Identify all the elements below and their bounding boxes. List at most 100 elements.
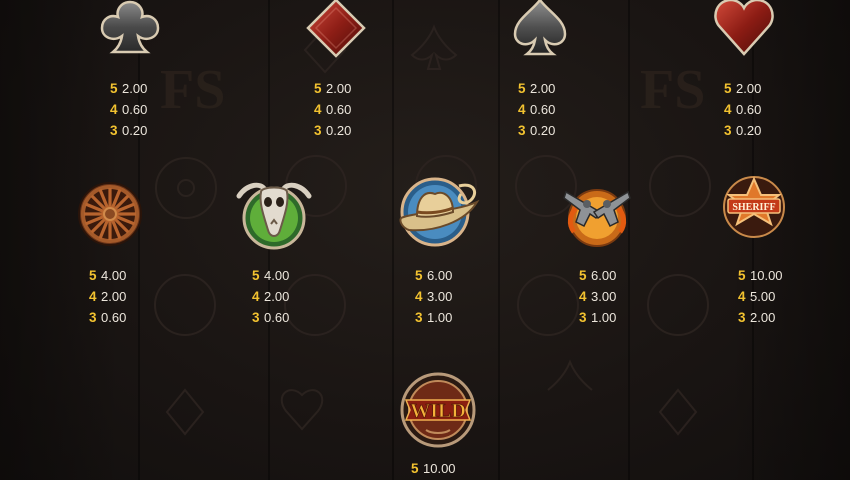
pay-value: 2.00 xyxy=(122,81,148,96)
pay-row: 5 2.00 xyxy=(110,78,190,99)
pay-count: 4 xyxy=(314,102,322,117)
paytable-club: 5 2.00 4 0.60 3 0.20 xyxy=(110,78,190,141)
pay-value: 1.00 xyxy=(427,310,453,325)
pay-value: 4.00 xyxy=(101,268,127,283)
pay-count: 4 xyxy=(415,289,423,304)
heart-symbol-icon xyxy=(709,0,779,60)
pay-count: 5 xyxy=(518,81,526,96)
pay-row: 5 10.00 xyxy=(738,265,818,286)
pay-row: 5 2.00 xyxy=(518,78,598,99)
wild-label: WILD xyxy=(410,400,466,422)
pay-count: 3 xyxy=(518,123,526,138)
wild-symbol-icon: WILD xyxy=(398,370,478,450)
pay-value: 3.00 xyxy=(427,289,453,304)
pay-row: 3 2.00 xyxy=(738,307,818,328)
pay-row: 3 1.00 xyxy=(579,307,659,328)
pay-count: 5 xyxy=(110,81,118,96)
pay-row: 5 2.00 xyxy=(724,78,804,99)
pay-row: 5 2.00 xyxy=(314,78,394,99)
pay-value: 1.00 xyxy=(591,310,617,325)
pay-row: 3 0.20 xyxy=(110,120,190,141)
pay-value: 3.00 xyxy=(591,289,617,304)
paytable-guns: 5 6.00 4 3.00 3 1.00 xyxy=(579,265,659,328)
pay-value: 0.20 xyxy=(530,123,556,138)
pay-count: 4 xyxy=(738,289,746,304)
pay-count: 5 xyxy=(89,268,97,283)
pay-value: 0.20 xyxy=(122,123,148,138)
pay-value: 0.60 xyxy=(736,102,762,117)
pay-row: 5 6.00 xyxy=(415,265,495,286)
pay-value: 0.60 xyxy=(530,102,556,117)
pay-value: 10.00 xyxy=(423,461,456,476)
pay-row: 4 3.00 xyxy=(415,286,495,307)
pay-count: 4 xyxy=(579,289,587,304)
pay-value: 0.60 xyxy=(326,102,352,117)
pay-count: 3 xyxy=(738,310,746,325)
pay-count: 3 xyxy=(314,123,322,138)
cowboy-hat-symbol-icon xyxy=(395,172,481,250)
paytable-hat: 5 6.00 4 3.00 3 1.00 xyxy=(415,265,495,328)
pay-value: 0.20 xyxy=(736,123,762,138)
pay-value: 4.00 xyxy=(264,268,290,283)
pay-value: 2.00 xyxy=(264,289,290,304)
pay-count: 3 xyxy=(252,310,260,325)
pay-count: 5 xyxy=(579,268,587,283)
pay-row: 5 10.00 xyxy=(411,458,491,479)
pay-row: 3 0.20 xyxy=(724,120,804,141)
paytable-wheel: 5 4.00 4 2.00 3 0.60 xyxy=(89,265,169,328)
pay-count: 4 xyxy=(518,102,526,117)
pay-row: 5 6.00 xyxy=(579,265,659,286)
pay-value: 5.00 xyxy=(750,289,776,304)
bull-skull-symbol-icon xyxy=(233,174,315,254)
paytable-spade: 5 2.00 4 0.60 3 0.20 xyxy=(518,78,598,141)
spade-symbol-icon xyxy=(507,0,573,62)
pay-value: 0.60 xyxy=(264,310,290,325)
diamond-symbol-icon xyxy=(300,0,372,66)
pay-count: 5 xyxy=(724,81,732,96)
pay-row: 3 0.60 xyxy=(252,307,332,328)
pay-row: 4 0.60 xyxy=(110,99,190,120)
pay-count: 3 xyxy=(89,310,97,325)
sheriff-badge-symbol-icon: SHERIFF xyxy=(722,173,786,241)
pay-row: 4 5.00 xyxy=(738,286,818,307)
pay-value: 2.00 xyxy=(101,289,127,304)
pay-count: 5 xyxy=(738,268,746,283)
pay-row: 4 2.00 xyxy=(89,286,169,307)
pay-count: 3 xyxy=(415,310,423,325)
pay-count: 5 xyxy=(411,461,419,476)
pay-count: 4 xyxy=(110,102,118,117)
paytable-sheriff: 5 10.00 4 5.00 3 2.00 xyxy=(738,265,818,328)
pay-row: 3 0.20 xyxy=(314,120,394,141)
paytable-heart: 5 2.00 4 0.60 3 0.20 xyxy=(724,78,804,141)
pay-row: 3 1.00 xyxy=(415,307,495,328)
paytable-diamond: 5 2.00 4 0.60 3 0.20 xyxy=(314,78,394,141)
pay-value: 10.00 xyxy=(750,268,783,283)
pay-row: 5 4.00 xyxy=(252,265,332,286)
pay-value: 6.00 xyxy=(591,268,617,283)
pay-row: 5 4.00 xyxy=(89,265,169,286)
pay-value: 2.00 xyxy=(750,310,776,325)
pay-count: 5 xyxy=(415,268,423,283)
pay-count: 5 xyxy=(314,81,322,96)
paytable-skull: 5 4.00 4 2.00 3 0.60 xyxy=(252,265,332,328)
pay-count: 4 xyxy=(89,289,97,304)
pay-value: 0.60 xyxy=(122,102,148,117)
wagon-wheel-symbol-icon xyxy=(76,180,144,248)
pay-value: 2.00 xyxy=(736,81,762,96)
pay-row: 4 0.60 xyxy=(518,99,598,120)
pay-count: 5 xyxy=(252,268,260,283)
paytable-wild: 5 10.00 xyxy=(411,458,491,479)
pay-count: 3 xyxy=(579,310,587,325)
pay-row: 3 0.60 xyxy=(89,307,169,328)
pay-row: 3 0.20 xyxy=(518,120,598,141)
pay-row: 4 0.60 xyxy=(314,99,394,120)
sheriff-badge-label: SHERIFF xyxy=(732,202,775,213)
pay-count: 4 xyxy=(724,102,732,117)
pay-value: 2.00 xyxy=(326,81,352,96)
pay-value: 6.00 xyxy=(427,268,453,283)
pay-row: 4 0.60 xyxy=(724,99,804,120)
pay-value: 0.20 xyxy=(326,123,352,138)
pay-value: 2.00 xyxy=(530,81,556,96)
pay-count: 3 xyxy=(110,123,118,138)
pay-count: 4 xyxy=(252,289,260,304)
